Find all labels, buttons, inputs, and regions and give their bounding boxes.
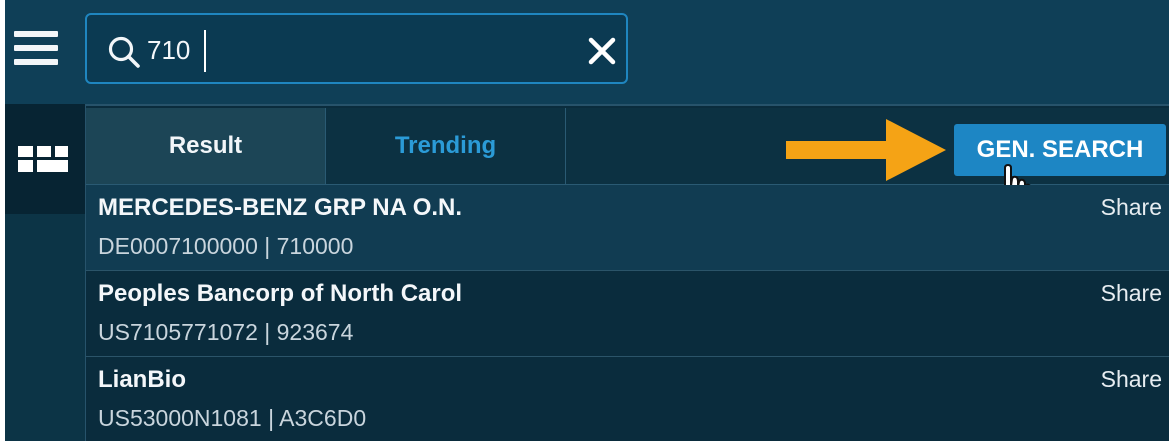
search-box[interactable] (85, 13, 628, 84)
result-type: Share (1100, 194, 1162, 220)
result-type: Share (1100, 280, 1162, 306)
search-input[interactable] (147, 31, 547, 69)
rail-item-dashboard[interactable] (5, 104, 85, 214)
tab-result[interactable]: Result (86, 108, 326, 184)
result-row-mercedes[interactable]: MERCEDES-BENZ GRP NA O.N. DE0007100000 |… (86, 185, 1169, 271)
result-type: Share (1100, 366, 1162, 392)
gen-search-button[interactable]: GEN. SEARCH (954, 124, 1166, 176)
result-tabs: Result Trending GEN. SEARCH (86, 108, 1169, 215)
results-list: MERCEDES-BENZ GRP NA O.N. DE0007100000 |… (86, 185, 1169, 441)
result-row-peoples-bancorp[interactable]: Peoples Bancorp of North Carol US7105771… (86, 271, 1169, 357)
app-window: Result Trending GEN. SEARCH MERCEDES-BEN… (5, 0, 1169, 441)
result-identifiers: US7105771072 | 923674 (98, 319, 354, 345)
text-caret (204, 30, 206, 72)
left-rail (5, 104, 85, 441)
arrow-right-icon (786, 119, 946, 181)
result-identifiers: DE0007100000 | 710000 (98, 233, 354, 259)
search-results-dropdown: Result Trending GEN. SEARCH MERCEDES-BEN… (85, 104, 1169, 441)
result-name: Peoples Bancorp of North Carol (98, 280, 463, 307)
result-identifiers: US53000N1081 | A3C6D0 (98, 405, 367, 431)
result-name: MERCEDES-BENZ GRP NA O.N. (98, 194, 463, 221)
tab-trending[interactable]: Trending (326, 108, 566, 184)
hamburger-menu-icon[interactable] (14, 30, 58, 66)
top-bar (5, 0, 1169, 104)
result-row-lianbio[interactable]: LianBio US53000N1081 | A3C6D0 Share (86, 357, 1169, 441)
search-icon (108, 36, 140, 68)
tiles-grid-icon (18, 146, 68, 172)
result-name: LianBio (98, 366, 186, 393)
close-icon[interactable] (587, 36, 617, 66)
